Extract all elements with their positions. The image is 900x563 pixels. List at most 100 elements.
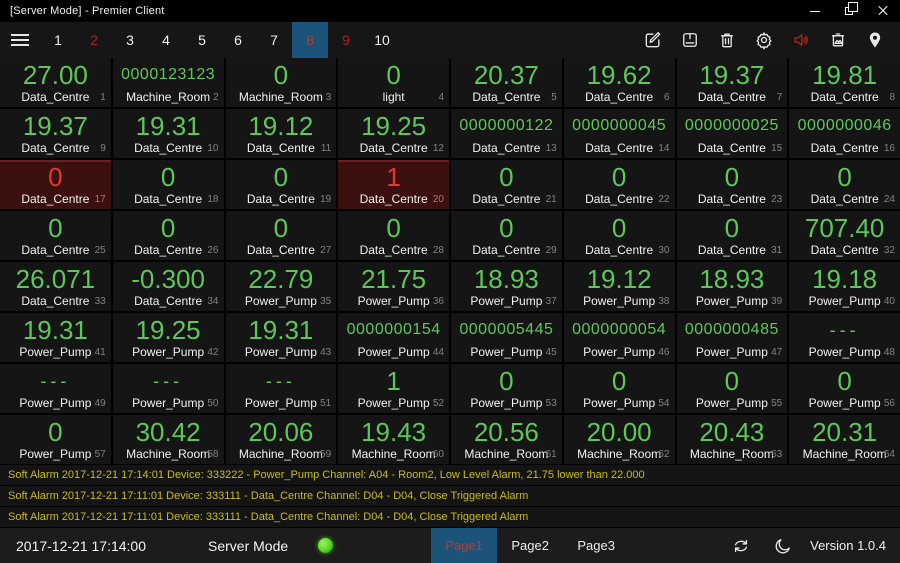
device-tab[interactable]: 7 [256, 22, 292, 58]
sensor-cell[interactable]: 0 Data_Centre 27 [225, 211, 337, 260]
status-bar: 2017-12-21 17:14:00 Server Mode Page1 Pa… [0, 528, 900, 563]
sensor-cell[interactable]: 27.00 Data_Centre 1 [0, 58, 111, 107]
sensor-cell[interactable]: 20.56 Machine_Room 61 [451, 415, 562, 464]
device-tab[interactable]: 8 [292, 22, 328, 58]
alarm-message[interactable]: Soft Alarm 2017-12-21 17:14:01 Device: 3… [0, 465, 900, 486]
sensor-value: 19.31 [248, 314, 314, 345]
page-tab[interactable]: Page1 [431, 528, 498, 563]
sensor-cell[interactable]: 19.31 Power_Pump 41 [0, 313, 111, 362]
sensor-cell[interactable]: 0000000045 Data_Centre 14 [563, 109, 675, 158]
sensor-cell[interactable]: --- Power_Pump 49 [0, 364, 111, 413]
device-tab[interactable]: 4 [148, 22, 184, 58]
sensor-cell[interactable]: 30.42 Machine_Room 58 [112, 415, 224, 464]
sensor-cell[interactable]: 0 Data_Centre 30 [563, 211, 675, 260]
sensor-cell[interactable]: 0000000485 Power_Pump 47 [676, 313, 788, 362]
edit-button[interactable] [642, 29, 664, 51]
audio-button[interactable] [790, 29, 812, 51]
sensor-cell[interactable]: 21.75 Power_Pump 36 [338, 262, 449, 311]
sensor-cell[interactable]: 0 Data_Centre 17 [0, 160, 111, 209]
settings-button[interactable] [753, 29, 775, 51]
page-tab[interactable]: Page3 [563, 528, 629, 563]
sensor-cell[interactable]: 0000005445 Power_Pump 45 [451, 313, 562, 362]
device-tab[interactable]: 9 [328, 22, 364, 58]
sensor-cell[interactable]: 20.00 Machine_Room 62 [563, 415, 675, 464]
sensor-cell[interactable]: 19.31 Data_Centre 10 [112, 109, 224, 158]
device-tab[interactable]: 6 [220, 22, 256, 58]
sensor-cell[interactable]: 19.18 Power_Pump 40 [789, 262, 900, 311]
sensor-cell[interactable]: -0.300 Data_Centre 34 [112, 262, 224, 311]
restore-button[interactable] [832, 0, 866, 22]
sensor-cell[interactable]: 20.37 Data_Centre 5 [451, 58, 562, 107]
sensor-cell[interactable]: 20.43 Machine_Room 63 [676, 415, 788, 464]
sensor-cell[interactable]: 0 Data_Centre 23 [676, 160, 788, 209]
sensor-cell[interactable]: 19.25 Power_Pump 42 [112, 313, 224, 362]
page-tab[interactable]: Page2 [497, 528, 563, 563]
sensor-cell[interactable]: 0000000025 Data_Centre 15 [676, 109, 788, 158]
sensor-cell[interactable]: 19.81 Data_Centre 8 [789, 58, 900, 107]
sensor-cell[interactable]: 20.06 Machine_Room 59 [225, 415, 337, 464]
sensor-cell[interactable]: 0 Power_Pump 55 [676, 364, 788, 413]
device-tab[interactable]: 5 [184, 22, 220, 58]
sensor-cell[interactable]: --- Power_Pump 50 [112, 364, 224, 413]
location-button[interactable] [864, 29, 886, 51]
sensor-cell[interactable]: 19.37 Data_Centre 7 [676, 58, 788, 107]
alarm-message[interactable]: Soft Alarm 2017-12-21 17:11:01 Device: 3… [0, 507, 900, 528]
snapshot-button[interactable] [827, 29, 849, 51]
device-tab[interactable]: 1 [40, 22, 76, 58]
sensor-cell[interactable]: 0 Machine_Room 3 [225, 58, 337, 107]
alarm-message[interactable]: Soft Alarm 2017-12-21 17:11:01 Device: 3… [0, 486, 900, 507]
sensor-cell[interactable]: 1 Power_Pump 52 [338, 364, 449, 413]
sensor-cell[interactable]: 22.79 Power_Pump 35 [225, 262, 337, 311]
sensor-index: 30 [658, 245, 670, 256]
sensor-cell[interactable]: 20.31 Machine_Room 64 [789, 415, 900, 464]
sensor-cell[interactable]: 0 Data_Centre 21 [451, 160, 562, 209]
sensor-cell[interactable]: 0000000154 Power_Pump 44 [338, 313, 449, 362]
gear-icon [756, 32, 772, 50]
sensor-cell[interactable]: --- Power_Pump 51 [225, 364, 337, 413]
sensor-cell[interactable]: 0 Data_Centre 19 [225, 160, 337, 209]
sensor-cell[interactable]: 19.12 Data_Centre 11 [225, 109, 337, 158]
sensor-cell[interactable]: 18.93 Power_Pump 37 [451, 262, 562, 311]
sensor-cell[interactable]: 0 Data_Centre 31 [676, 211, 788, 260]
sensor-cell[interactable]: 19.43 Machine_Room 60 [338, 415, 449, 464]
sensor-value: 0 [724, 365, 740, 396]
device-tab[interactable]: 3 [112, 22, 148, 58]
sensor-index: 22 [658, 194, 670, 205]
sensor-cell[interactable]: 0000123123 Machine_Room 2 [112, 58, 224, 107]
sensor-cell[interactable]: 0000000122 Data_Centre 13 [451, 109, 562, 158]
sensor-cell[interactable]: 0000000046 Data_Centre 16 [789, 109, 900, 158]
save-button[interactable] [679, 29, 701, 51]
sensor-cell[interactable]: 19.12 Power_Pump 38 [563, 262, 675, 311]
sensor-cell[interactable]: 0 Data_Centre 26 [112, 211, 224, 260]
sensor-cell[interactable]: 0 Power_Pump 54 [563, 364, 675, 413]
sensor-cell[interactable]: 0 Data_Centre 28 [338, 211, 449, 260]
sensor-cell[interactable]: 19.31 Power_Pump 43 [225, 313, 337, 362]
sensor-cell[interactable]: 26.071 Data_Centre 33 [0, 262, 111, 311]
delete-button[interactable] [716, 29, 738, 51]
sensor-cell[interactable]: 1 Data_Centre 20 [338, 160, 449, 209]
sensor-cell[interactable]: 0 Data_Centre 25 [0, 211, 111, 260]
sensor-cell[interactable]: 18.93 Power_Pump 39 [676, 262, 788, 311]
sensor-cell[interactable]: 19.25 Data_Centre 12 [338, 109, 449, 158]
close-button[interactable] [866, 0, 900, 22]
minimize-button[interactable] [798, 0, 832, 22]
sensor-cell[interactable]: 0 light 4 [338, 58, 449, 107]
sensor-cell[interactable]: 0 Data_Centre 22 [563, 160, 675, 209]
sensor-cell[interactable]: 0 Power_Pump 53 [451, 364, 562, 413]
sensor-cell[interactable]: --- Power_Pump 48 [789, 313, 900, 362]
sensor-cell[interactable]: 0 Power_Pump 56 [789, 364, 900, 413]
sensor-cell[interactable]: 19.62 Data_Centre 6 [563, 58, 675, 107]
device-tab[interactable]: 2 [76, 22, 112, 58]
sensor-cell[interactable]: 0 Data_Centre 29 [451, 211, 562, 260]
sensor-value: 0000000054 [572, 320, 667, 338]
sync-button[interactable] [730, 535, 752, 557]
sensor-cell[interactable]: 0000000054 Power_Pump 46 [563, 313, 675, 362]
sensor-cell[interactable]: 0 Data_Centre 18 [112, 160, 224, 209]
sensor-cell[interactable]: 707.40 Data_Centre 32 [789, 211, 900, 260]
hamburger-menu-button[interactable] [0, 22, 40, 58]
device-tab[interactable]: 10 [364, 22, 400, 58]
sensor-cell[interactable]: 0 Power_Pump 57 [0, 415, 111, 464]
night-mode-button[interactable] [772, 535, 794, 557]
sensor-cell[interactable]: 0 Data_Centre 24 [789, 160, 900, 209]
sensor-cell[interactable]: 19.37 Data_Centre 9 [0, 109, 111, 158]
